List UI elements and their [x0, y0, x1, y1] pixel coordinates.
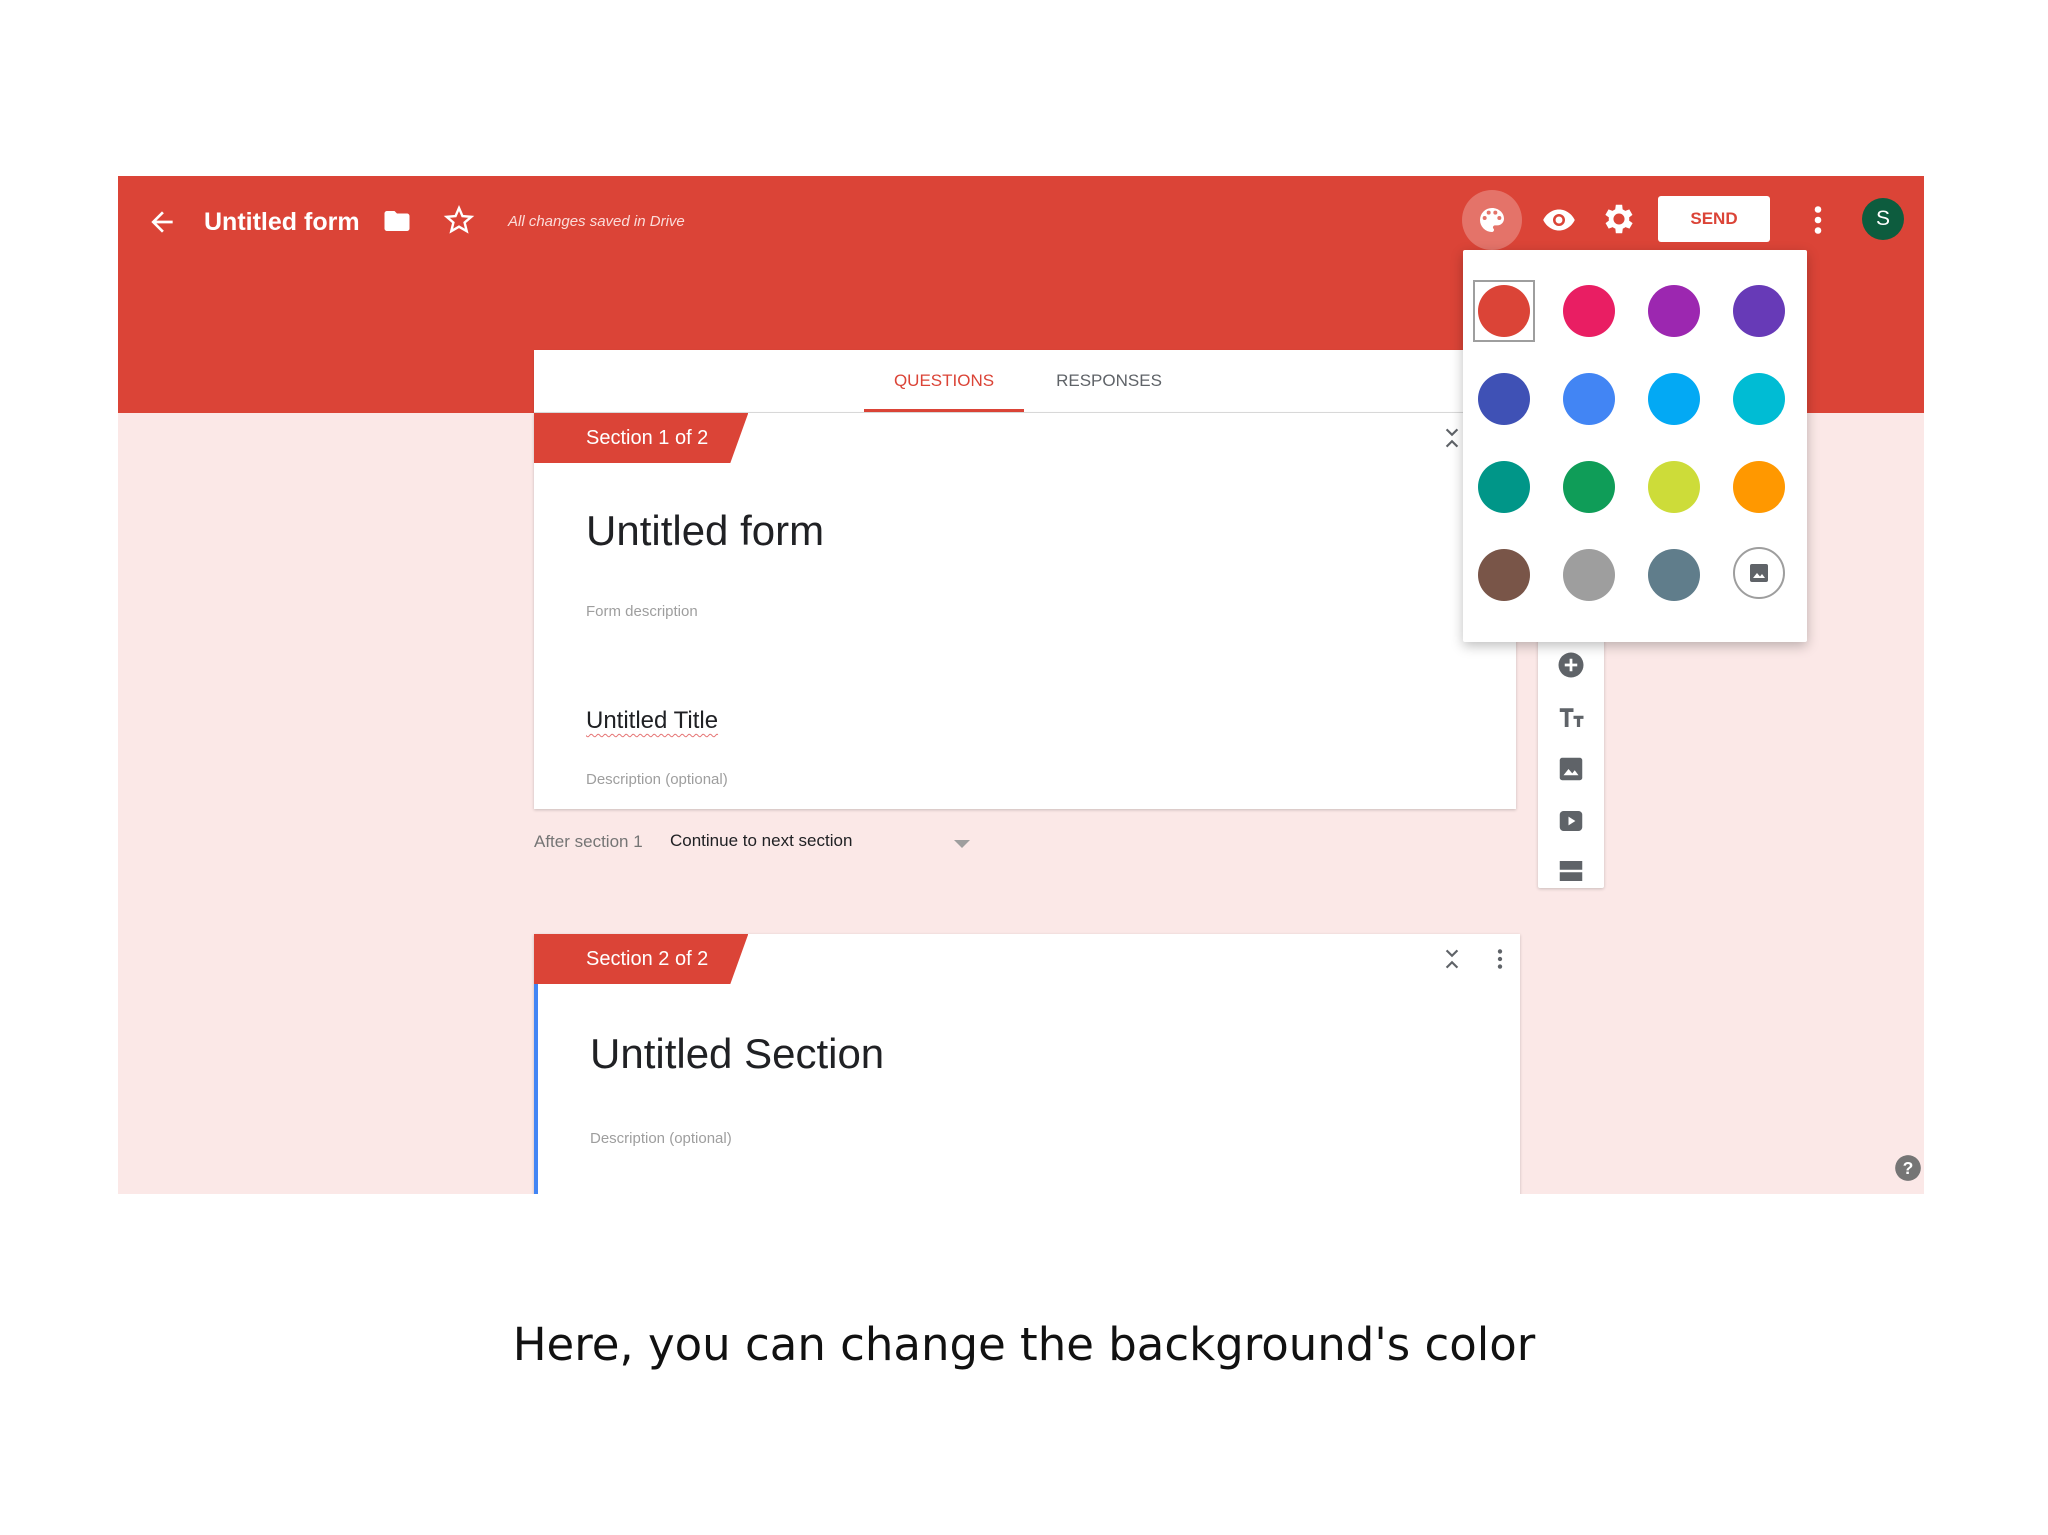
more-vert-icon[interactable] [1493, 946, 1507, 972]
image-icon [1750, 564, 1768, 582]
eye-icon[interactable] [1540, 202, 1578, 238]
after-section-select[interactable]: Continue to next section [670, 831, 852, 851]
tab-questions[interactable]: QUESTIONS [864, 350, 1024, 412]
help-icon[interactable]: ? [1894, 1154, 1922, 1182]
gear-icon[interactable] [1600, 200, 1638, 238]
color-swatch[interactable] [1733, 461, 1785, 513]
color-swatch[interactable] [1733, 373, 1785, 425]
color-swatch[interactable] [1648, 549, 1700, 601]
section-2-label: Section 2 of 2 [534, 934, 748, 984]
color-swatch[interactable] [1648, 373, 1700, 425]
folder-icon[interactable] [382, 206, 412, 236]
color-swatch[interactable] [1648, 461, 1700, 513]
star-icon[interactable] [443, 204, 475, 236]
collapse-icon[interactable] [1439, 425, 1465, 451]
choose-image-swatch[interactable] [1733, 547, 1785, 599]
color-swatch[interactable] [1563, 549, 1615, 601]
slide-caption: Here, you can change the background's co… [512, 1318, 1536, 1371]
forms-screenshot: Untitled form All changes saved in Drive… [118, 176, 1924, 1194]
color-swatch[interactable] [1478, 461, 1530, 513]
after-section-label: After section 1 [534, 832, 643, 851]
account-avatar[interactable]: S [1862, 198, 1904, 240]
color-swatch[interactable] [1733, 285, 1785, 337]
color-swatch[interactable] [1478, 285, 1530, 337]
back-arrow-icon[interactable] [146, 206, 178, 238]
color-swatch[interactable] [1478, 549, 1530, 601]
color-swatch[interactable] [1563, 461, 1615, 513]
theme-color-picker [1463, 250, 1807, 642]
collapse-icon[interactable] [1439, 946, 1465, 972]
form-description-field[interactable]: Form description [586, 603, 698, 620]
title-text-icon[interactable] [1556, 702, 1586, 732]
add-question-icon[interactable] [1556, 650, 1586, 680]
send-button[interactable]: SEND [1658, 196, 1770, 242]
palette-icon [1480, 208, 1504, 232]
color-swatch[interactable] [1563, 285, 1615, 337]
customize-theme-button[interactable] [1462, 190, 1522, 250]
section-icon[interactable] [1556, 856, 1586, 886]
form-title-field[interactable]: Untitled form [586, 507, 824, 555]
dropdown-arrow-icon[interactable] [954, 838, 970, 850]
color-swatch[interactable] [1648, 285, 1700, 337]
section-1-card: Section 1 of 2 Untitled form Form descri… [534, 413, 1516, 809]
color-swatch[interactable] [1478, 373, 1530, 425]
side-toolbar [1538, 638, 1604, 888]
more-vert-icon[interactable] [1808, 202, 1828, 238]
item-title-field[interactable]: Untitled Title [586, 707, 718, 735]
save-status: All changes saved in Drive [508, 213, 685, 230]
form-tabs: QUESTIONS RESPONSES [534, 350, 1516, 413]
color-swatch[interactable] [1563, 373, 1615, 425]
section-1-label: Section 1 of 2 [534, 413, 748, 463]
section-2-card: Section 2 of 2 Untitled Section Descript… [534, 934, 1520, 1194]
video-icon[interactable] [1556, 806, 1586, 836]
section-description-field[interactable]: Description (optional) [590, 1130, 732, 1147]
image-icon[interactable] [1556, 754, 1586, 784]
form-title[interactable]: Untitled form [204, 206, 360, 238]
item-description-field[interactable]: Description (optional) [586, 771, 728, 788]
tab-responses[interactable]: RESPONSES [1029, 350, 1189, 412]
svg-text:?: ? [1903, 1158, 1914, 1178]
section-title-field[interactable]: Untitled Section [590, 1030, 884, 1078]
